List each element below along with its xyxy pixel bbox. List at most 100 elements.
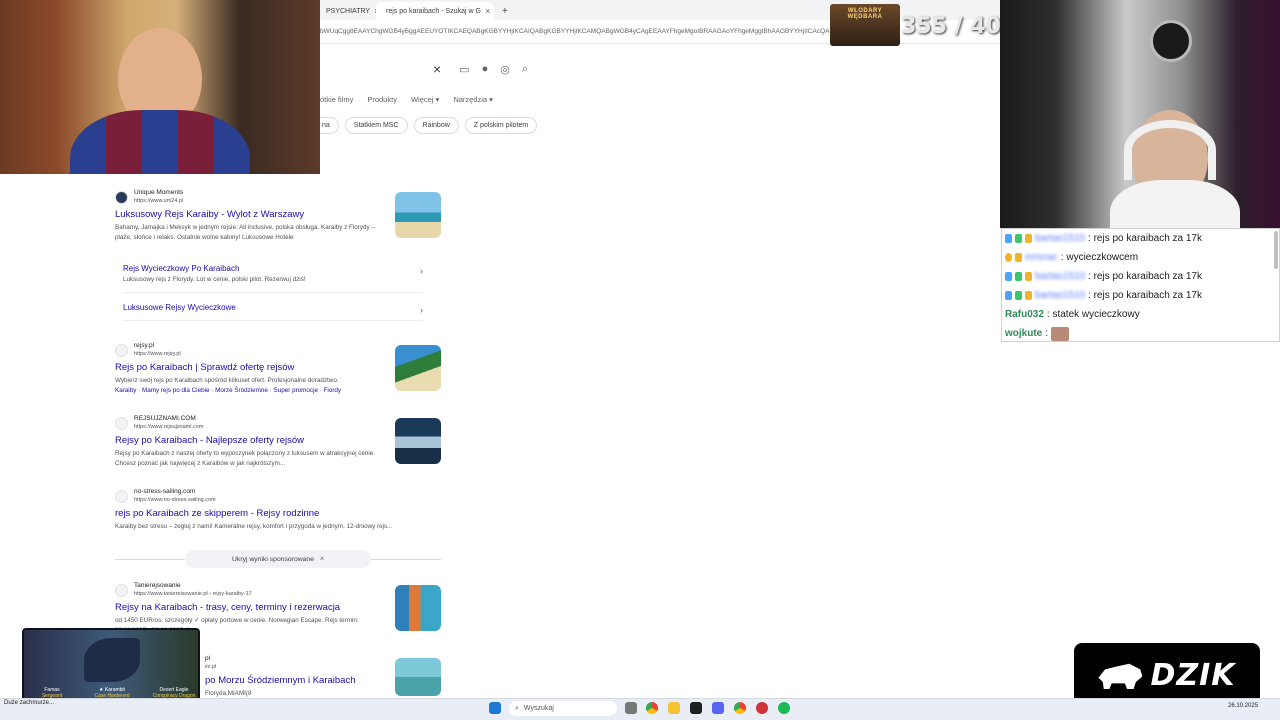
tab-short-videos[interactable]: ótkie filmy <box>320 95 353 109</box>
badge-icon <box>1025 234 1032 243</box>
task-view-icon[interactable] <box>625 702 637 714</box>
result-thumbnail[interactable] <box>395 192 441 238</box>
result-thumbnail[interactable] <box>395 418 441 464</box>
chat-message: Rafu032 : statek wycieczkowy <box>1005 305 1271 324</box>
tab-more[interactable]: Więcej ▾ <box>411 95 439 109</box>
spotify-icon[interactable] <box>778 702 790 714</box>
result-title-link[interactable]: rejs po Karaibach ze skipperem - Rejsy r… <box>115 508 445 519</box>
result-snippet: Karaiby bez stresu – żegluj z nami! Kame… <box>115 523 393 530</box>
search-icon[interactable]: ⌕ <box>522 63 528 76</box>
result-snippet: Wybierz swój rejs po Karaibach spośród k… <box>115 377 339 384</box>
taskbar-search[interactable]: ⌕ Wyszukaj <box>509 701 617 716</box>
app-icon[interactable] <box>690 702 702 714</box>
search-box[interactable]: × ▭ ● ◎ ⌕ <box>320 56 536 82</box>
chip[interactable]: Statkiem MSC <box>344 117 408 134</box>
result-source: rejsy.pl <box>134 342 155 349</box>
emote-icon <box>1051 326 1070 341</box>
keyboard-icon[interactable]: ▭ <box>459 63 469 76</box>
result-source: Unique Moments <box>134 189 184 196</box>
chip[interactable]: Rainbow <box>413 117 459 134</box>
tab-search[interactable]: rejs po karaibach - Szukaj w G × <box>376 2 494 20</box>
discord-icon[interactable] <box>712 702 724 714</box>
filter-chips: na Statkiem MSC Rainbow Z polskim pilote… <box>320 117 538 135</box>
chat-message: wojkute : <box>1005 324 1271 343</box>
date-text: 26.10.2025 <box>1228 703 1259 709</box>
tab-products[interactable]: Produkty <box>367 95 397 109</box>
tab-tools[interactable]: Narzędzia ▾ <box>453 95 493 109</box>
chevron-up-icon: ˄ <box>320 555 324 563</box>
sitelink[interactable]: Luksusowe Rejsy Wycieczkowe › <box>123 303 423 315</box>
webcam-left <box>0 0 320 174</box>
chat-username[interactable]: bartas1510 <box>1035 233 1085 244</box>
chat-username[interactable]: Rafu032 <box>1005 309 1044 320</box>
search-nav-tabs: ótkie filmy Produkty Więcej ▾ Narzędzia … <box>320 95 493 109</box>
badge-icon <box>1005 253 1012 262</box>
new-tab-button[interactable]: + <box>496 2 514 20</box>
search-icon: ⌕ <box>515 704 519 712</box>
badge-icon <box>1015 253 1022 262</box>
webcam-right <box>1000 0 1280 228</box>
result-thumbnail[interactable] <box>395 585 441 631</box>
chat-username[interactable]: mrsnac <box>1025 252 1058 263</box>
tab-label: PSYCHIATRY <box>326 7 371 15</box>
result-url: https://www.no-stress-sailing.com <box>134 497 216 503</box>
lens-icon[interactable]: ◎ <box>500 63 510 76</box>
taskbar-clock[interactable]: 26.10.2025 <box>1228 703 1258 710</box>
badge-icon <box>1015 291 1022 300</box>
divider <box>115 559 185 560</box>
badge-icon <box>1025 291 1032 300</box>
sitelink-title[interactable]: Luksusowe Rejsy Wycieczkowe <box>123 303 423 312</box>
sitelink-title[interactable]: Rejs Wycieczkowy Po Karaibach <box>123 264 423 273</box>
windows-start-icon[interactable] <box>489 702 501 714</box>
chat-text: : statek wycieczkowy <box>1046 309 1140 320</box>
result-snippet: Bahamy, Jamajka i Meksyk w jednym rejsie… <box>115 224 375 241</box>
taskbar-search-placeholder: Wyszukaj <box>523 705 554 712</box>
chat-scrollbar[interactable] <box>1274 231 1278 269</box>
url-text: bWUqCgg8EAAYChgWGB4yBggAEEUYOTIKCAEQABgK… <box>320 28 874 35</box>
weather-text: Duże zachmurze... <box>4 700 55 706</box>
app-icon[interactable] <box>756 702 768 714</box>
clear-icon[interactable]: × <box>433 61 441 77</box>
chat-username[interactable]: bartas1510 <box>1035 271 1085 282</box>
chip[interactable]: na <box>320 117 339 134</box>
hide-sponsored-button[interactable]: Ukryj wyniki sponsorowane ˄ <box>185 550 371 568</box>
result-url: ini.pl <box>205 664 217 670</box>
result-url: https://www.rejsujznami.com <box>134 424 204 430</box>
chat-message: bartas1510 : rejs po karaibach za 17k <box>1005 267 1271 286</box>
result-url: https://www.um24.pl <box>134 198 184 204</box>
chat-username[interactable]: bartas1510 <box>1035 290 1085 301</box>
result-source: pl <box>205 655 211 662</box>
chrome-icon[interactable] <box>734 702 746 714</box>
tab-label: rejs po karaibach - Szukaj w G <box>386 7 481 15</box>
counter-text: 355 / 400 <box>901 14 1017 39</box>
knife-image <box>84 638 140 682</box>
sitelink-desc: Luksusowy rejs z Florydy. Lot w cenie, p… <box>123 276 306 283</box>
tab-psychiatry[interactable]: PSYCHIATRY × <box>320 2 382 20</box>
sitelink[interactable]: Rejs Wycieczkowy Po Karaibach Luksusowy … <box>123 264 423 283</box>
streamer-shirt <box>1110 180 1240 228</box>
badge-icon <box>1015 272 1022 281</box>
badge-icon <box>1005 234 1012 243</box>
divider <box>123 292 423 293</box>
file-explorer-icon[interactable] <box>668 702 680 714</box>
chat-text: : rejs po karaibach za 17k <box>1088 290 1202 301</box>
site-favicon-icon <box>115 583 128 597</box>
boar-icon <box>1098 663 1143 689</box>
result-thumbnail[interactable] <box>395 658 441 696</box>
chip[interactable]: Z polskim pilotem <box>464 117 538 134</box>
chat-text: : <box>1045 328 1049 339</box>
weather-widget[interactable]: Duże zachmurze... <box>4 700 54 707</box>
microphone-icon[interactable]: ● <box>482 63 489 75</box>
close-icon[interactable]: × <box>485 6 490 16</box>
chat-username[interactable]: wojkute <box>1005 328 1042 339</box>
result-url: https://www.taniereisowanie.pl › rejsy-k… <box>134 591 252 597</box>
badge-icon <box>1025 272 1032 281</box>
search-result: Unique Moments https://www.um24.pl Luksu… <box>115 189 445 243</box>
chevron-right-icon: › <box>420 266 423 276</box>
result-thumbnail[interactable] <box>395 345 441 391</box>
site-favicon-icon <box>115 416 128 430</box>
badge-icon <box>1005 272 1012 281</box>
result-source: no-stress-sailing.com <box>134 488 196 495</box>
chat-text: : rejs po karaibach za 17k <box>1088 233 1202 244</box>
chrome-icon[interactable] <box>646 702 658 714</box>
